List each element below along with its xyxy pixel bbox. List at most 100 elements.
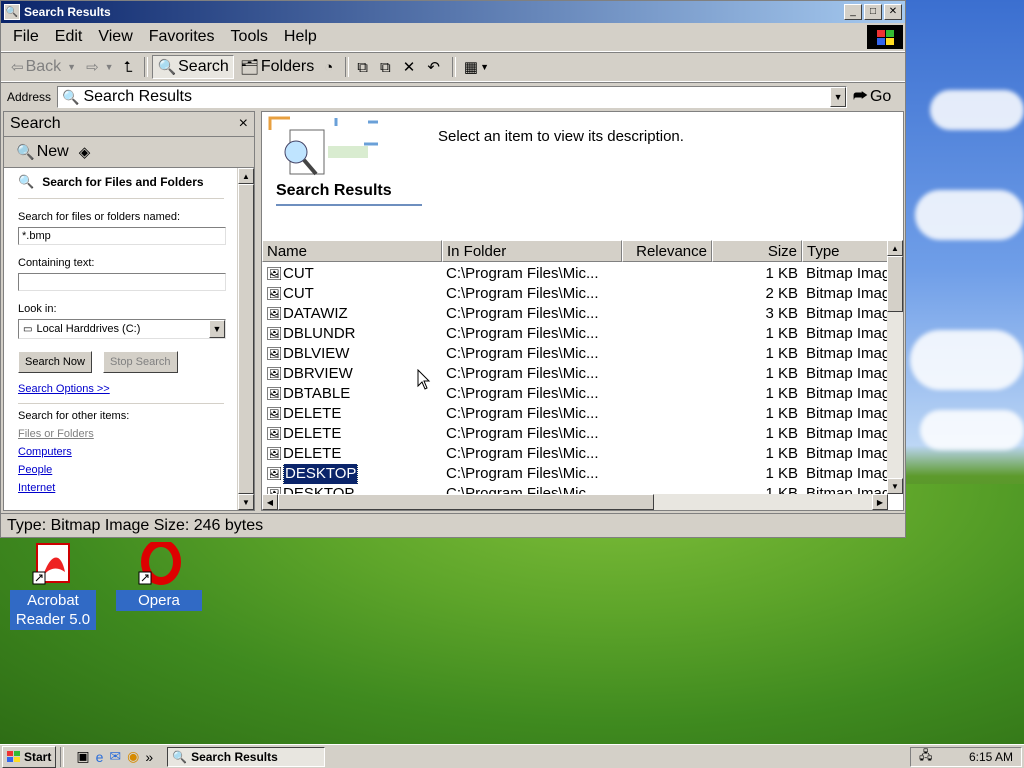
scroll-left-button[interactable]: ◀ — [262, 494, 278, 510]
scroll-up-button[interactable]: ▲ — [887, 240, 903, 256]
close-button[interactable]: ✕ — [884, 4, 902, 20]
other-computers-link[interactable]: Computers — [18, 446, 224, 458]
cell-name: 🖼 DBLVIEW — [262, 344, 442, 364]
scroll-thumb[interactable] — [278, 494, 654, 510]
scroll-down-button[interactable]: ▼ — [887, 478, 903, 494]
table-row[interactable]: 🖼 CUT C:\Program Files\Mic... 2 KB Bitmap Im… — [262, 284, 888, 304]
new-search-icon: 🔍 — [16, 144, 35, 161]
delete-button[interactable]: ✕ — [399, 56, 422, 78]
start-button[interactable]: Start — [2, 745, 57, 768]
media-player-icon[interactable]: ◉ — [127, 748, 139, 765]
named-input[interactable]: *.bmp — [18, 227, 226, 245]
minimize-button[interactable]: _ — [844, 4, 862, 20]
chevron-down-icon: ▼ — [104, 62, 114, 72]
outlook-icon[interactable]: ✉ — [109, 748, 121, 765]
other-people-link[interactable]: People — [18, 464, 224, 476]
status-bar: Type: Bitmap Image Size: 246 bytes — [1, 513, 905, 537]
table-row[interactable]: 🖼 DELETE C:\Program Files\Mic... 1 KB Bitmap… — [262, 444, 888, 464]
col-name-header[interactable]: Name — [262, 240, 442, 262]
address-dropdown-button[interactable]: ▼ — [830, 87, 847, 107]
cell-type: Bitmap Image — [806, 385, 888, 402]
search-results-banner-icon — [268, 116, 378, 176]
move-to-button[interactable]: ⧉ — [353, 57, 374, 78]
cell-type: Bitmap Image — [806, 305, 888, 322]
table-row[interactable]: 🖼 DESKTOP C:\Program Files\Mic... 1 KB Bitma… — [262, 484, 888, 494]
cell-relevance — [622, 264, 712, 284]
undo-button[interactable]: ↶ — [423, 56, 446, 78]
other-internet-link[interactable]: Internet — [18, 482, 224, 494]
table-row[interactable]: 🖼 DBLUNDR C:\Program Files\Mic... 1 KB Bitma… — [262, 324, 888, 344]
maximize-button[interactable]: □ — [864, 4, 882, 20]
table-row[interactable]: 🖼 DESKTOP C:\Program Files\Mic... 1 KB Bitma… — [262, 464, 888, 484]
scroll-down-button[interactable]: ▼ — [238, 494, 254, 510]
title-bar[interactable]: 🔍 Search Results _ □ ✕ — [1, 1, 905, 23]
history-button[interactable]: ◔ — [320, 57, 339, 78]
named-label: Search for files or folders named: — [18, 211, 181, 223]
internet-explorer-icon[interactable]: e — [96, 749, 104, 765]
search-pane-scrollbar[interactable]: ▲ ▼ — [237, 168, 254, 510]
cell-size: 1 KB — [765, 405, 798, 422]
search-window-icon: 🔍 — [4, 4, 20, 20]
cell-type: Bitmap Image — [806, 425, 888, 442]
desktop-icon-acrobat[interactable]: Acrobat Reader 5.0 — [10, 542, 96, 630]
views-button[interactable]: ▦ ▼ — [460, 56, 493, 78]
cell-size: 1 KB — [765, 465, 798, 482]
col-folder-header[interactable]: In Folder — [442, 240, 622, 262]
forward-button[interactable]: ⇨ ▼ — [82, 56, 118, 78]
containing-input[interactable] — [18, 273, 226, 291]
look-in-select[interactable]: ▭ Local Harddrives (C:) ▼ — [18, 319, 226, 339]
menu-help[interactable]: Help — [276, 26, 325, 48]
copy-to-button[interactable]: ⧉ — [376, 57, 397, 78]
new-search-button[interactable]: 🔍 New — [12, 141, 73, 163]
stop-search-button[interactable]: Stop Search — [102, 351, 178, 373]
file-name: DBLUNDR — [283, 325, 356, 342]
table-row[interactable]: 🖼 CUT C:\Program Files\Mic... 1 KB Bitmap Im… — [262, 264, 888, 284]
look-in-dropdown-button[interactable]: ▼ — [209, 320, 225, 338]
menu-edit[interactable]: Edit — [47, 26, 91, 48]
up-folder-button[interactable]: ⮤ — [120, 57, 139, 78]
menu-file[interactable]: File — [5, 26, 47, 48]
address-input[interactable]: 🔍 Search Results ▼ — [57, 86, 848, 108]
menu-view[interactable]: View — [90, 26, 140, 48]
desktop-icon-label: Opera — [116, 590, 202, 611]
table-row[interactable]: 🖼 DBTABLE C:\Program Files\Mic... 1 KB Bitma… — [262, 384, 888, 404]
bitmap-file-icon: 🖼 — [266, 446, 283, 461]
col-relevance-header[interactable]: Relevance — [622, 240, 712, 262]
go-button[interactable]: ⮫ Go — [853, 88, 891, 106]
clock[interactable]: 6:15 AM — [969, 750, 1013, 764]
quick-launch: ▣ e ✉ ◉ » — [76, 748, 153, 765]
close-pane-icon[interactable]: × — [239, 115, 248, 133]
table-row[interactable]: 🖼 DELETE C:\Program Files\Mic... 1 KB Bitmap… — [262, 404, 888, 424]
search-button[interactable]: 🔍 Search — [152, 55, 234, 79]
search-now-button[interactable]: Search Now — [18, 351, 92, 373]
table-row[interactable]: 🖼 DBRVIEW C:\Program Files\Mic... 1 KB Bitma… — [262, 364, 888, 384]
scroll-up-button[interactable]: ▲ — [238, 168, 254, 184]
results-vertical-scrollbar[interactable]: ▲ ▼ — [887, 240, 903, 494]
show-desktop-icon[interactable]: ▣ — [76, 748, 89, 765]
table-row[interactable]: 🖼 DATAWIZ C:\Program Files\Mic... 3 KB Bitma… — [262, 304, 888, 324]
back-button[interactable]: ⇦ Back ▼ — [7, 56, 80, 78]
scroll-thumb[interactable] — [887, 256, 903, 312]
menu-tools[interactable]: Tools — [223, 26, 276, 48]
folders-button[interactable]: 🗂 Folders — [236, 56, 318, 78]
desktop-icon-opera[interactable]: Opera — [116, 539, 202, 611]
cell-folder: C:\Program Files\Mic... — [446, 385, 599, 402]
table-row[interactable]: 🖼 DBLVIEW C:\Program Files\Mic... 1 KB Bitma… — [262, 344, 888, 364]
cell-folder: C:\Program Files\Mic... — [446, 305, 599, 322]
quick-launch-more-icon[interactable]: » — [145, 749, 153, 765]
scroll-right-button[interactable]: ▶ — [872, 494, 888, 510]
table-row[interactable]: 🖼 DELETE C:\Program Files\Mic... 1 KB Bitmap… — [262, 424, 888, 444]
search-options-link[interactable]: Search Options >> — [18, 383, 224, 395]
network-icon[interactable]: 🖧 — [919, 746, 932, 767]
search-results-window: 🔍 Search Results _ □ ✕ File Edit View Fa… — [0, 0, 906, 538]
cell-name: 🖼 DBTABLE — [262, 384, 442, 404]
results-horizontal-scrollbar[interactable]: ◀ ▶ — [262, 494, 888, 510]
search-assistant-button[interactable]: ◈ — [75, 141, 97, 163]
col-type-header[interactable]: Type — [802, 240, 888, 262]
col-size-header[interactable]: Size — [712, 240, 802, 262]
scroll-thumb[interactable] — [238, 184, 254, 494]
other-items-label: Search for other items: — [18, 410, 130, 422]
other-files-link[interactable]: Files or Folders — [18, 428, 224, 440]
menu-favorites[interactable]: Favorites — [141, 26, 223, 48]
taskbar-button-search-results[interactable]: 🔍 Search Results — [167, 746, 326, 767]
